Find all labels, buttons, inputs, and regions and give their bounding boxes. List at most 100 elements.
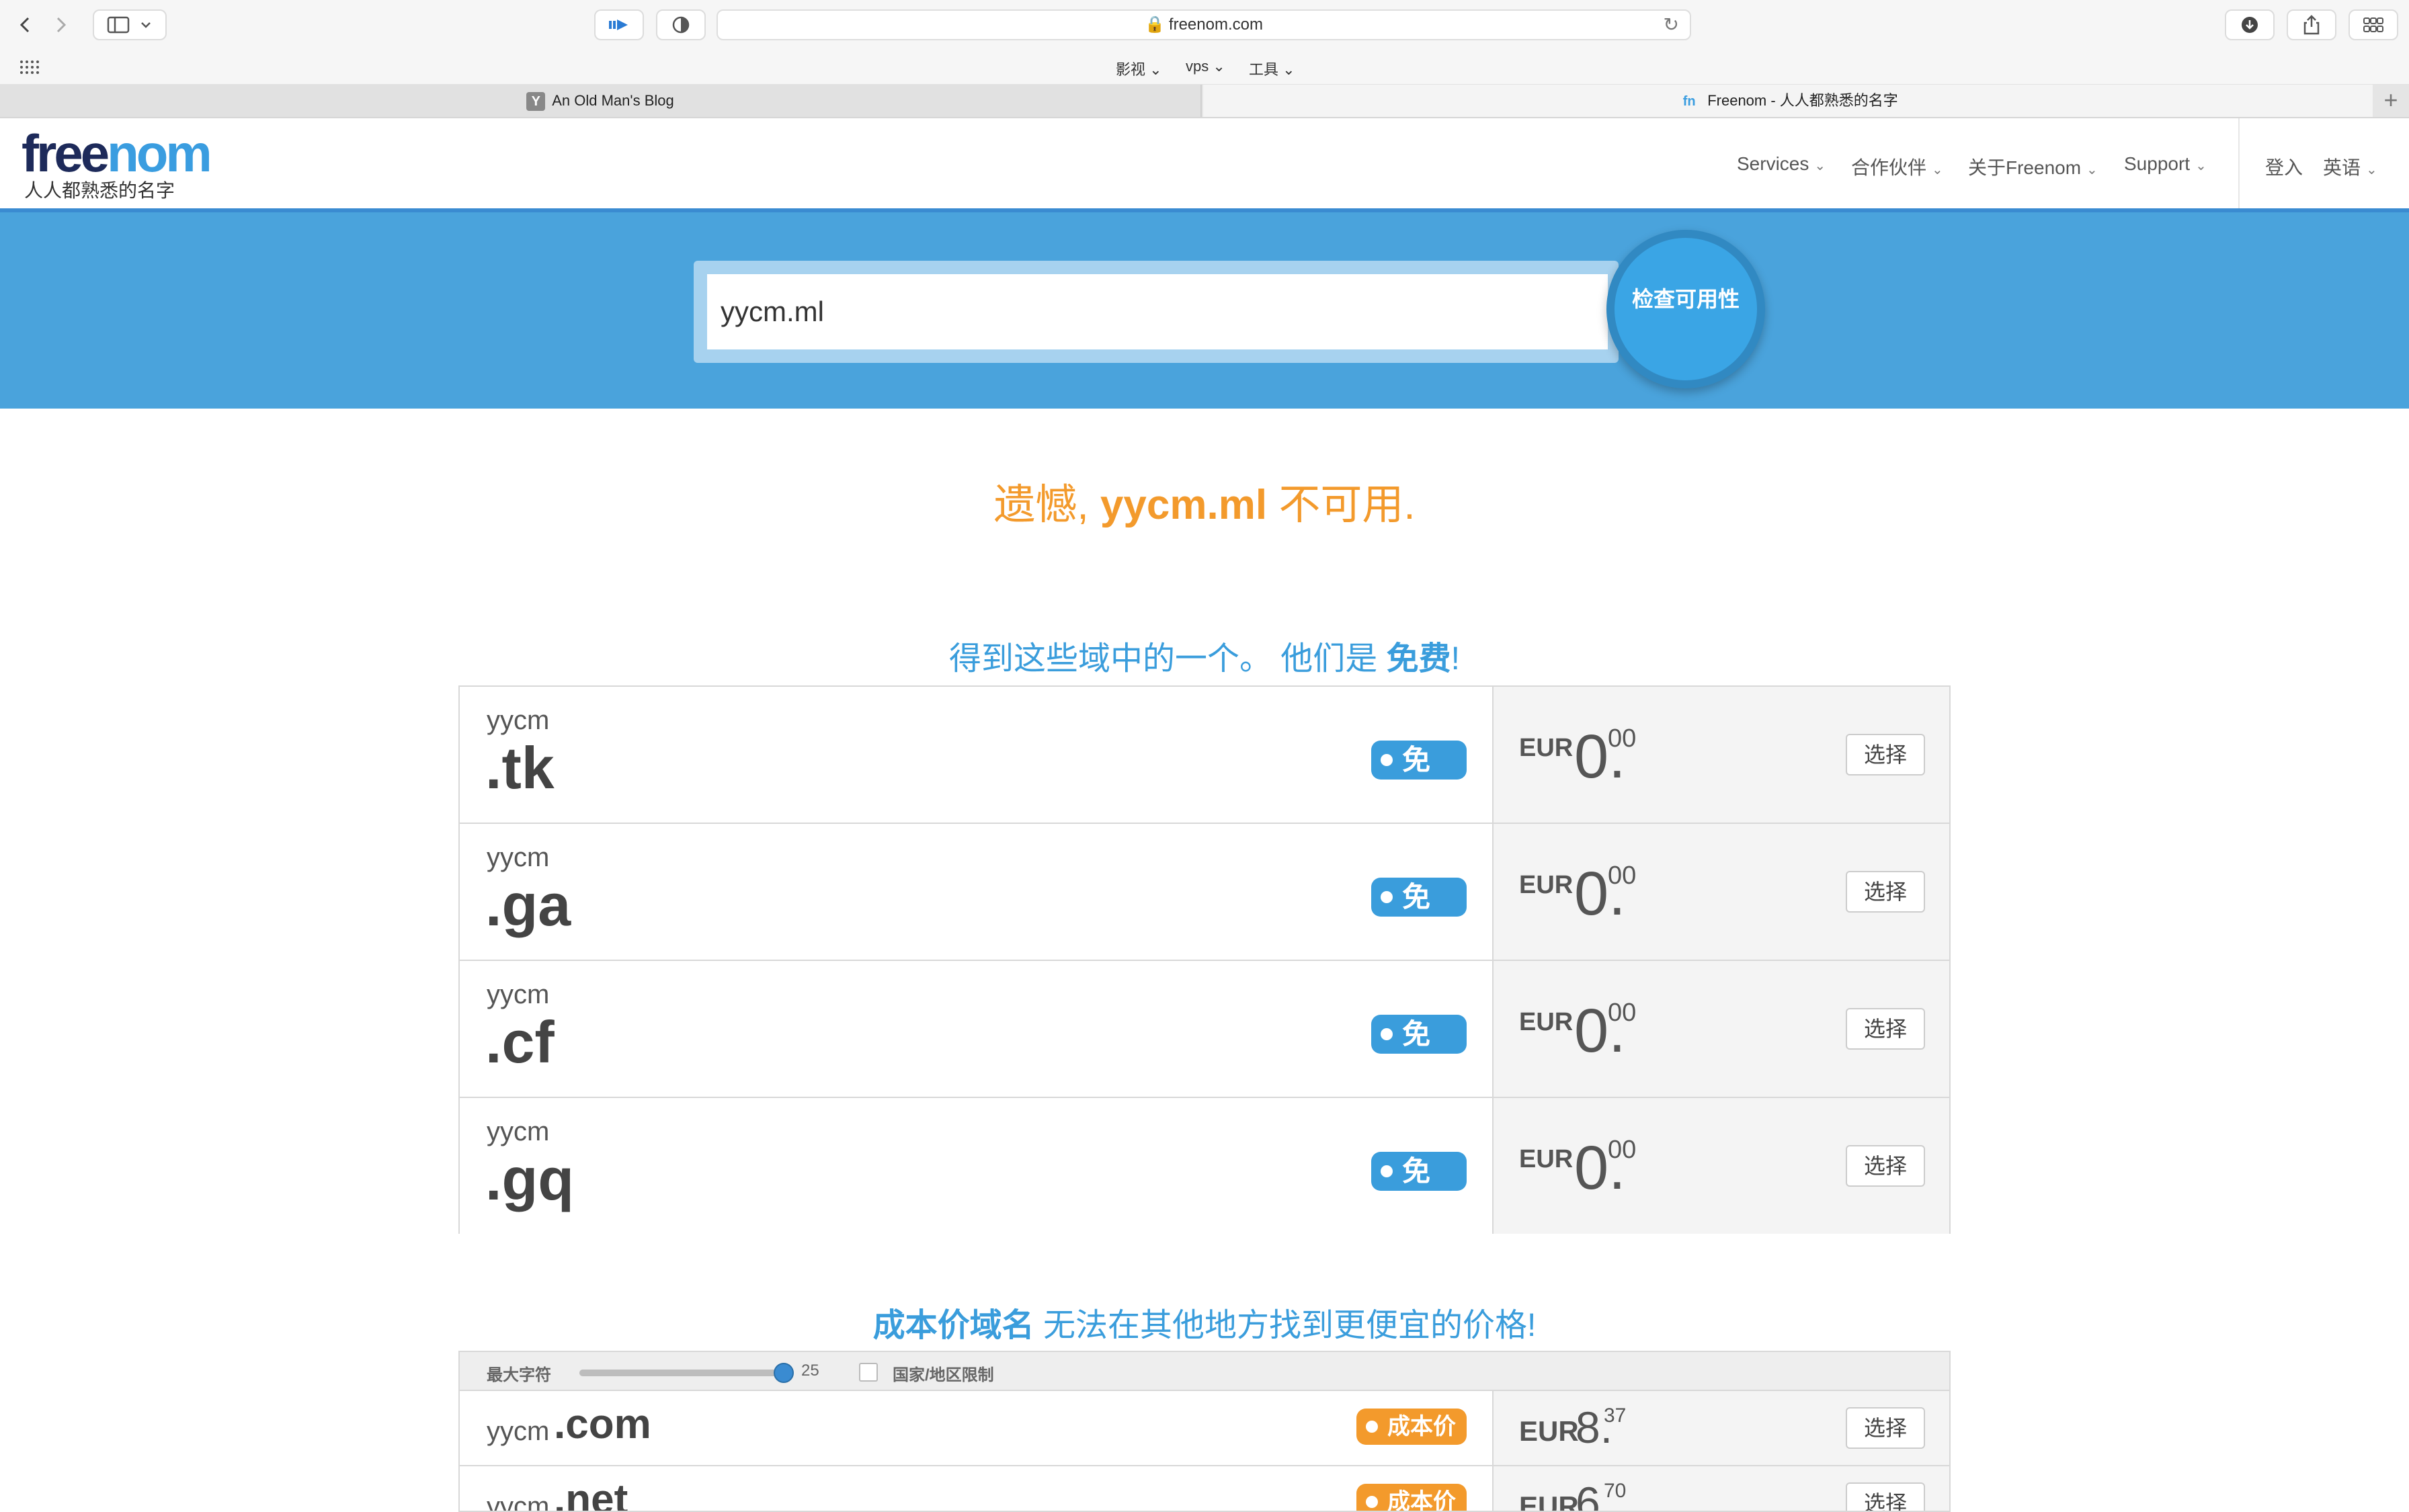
- bookmark-label: vps: [1186, 58, 1209, 75]
- forward-button[interactable]: [44, 9, 78, 40]
- currency: EUR: [1519, 1008, 1574, 1036]
- nav-services[interactable]: Services ⌄: [1737, 153, 1826, 175]
- nav-about[interactable]: 关于Freenom ⌄: [1968, 153, 2098, 180]
- lock-icon: 🔒: [1145, 15, 1165, 34]
- nav-label: 关于Freenom: [1968, 157, 2082, 178]
- heading-text: 得到这些域中的一个。 他们是: [948, 641, 1378, 677]
- sidebar-button[interactable]: [93, 9, 167, 40]
- address-text: freenom.com: [1168, 15, 1263, 34]
- chevron-down-icon: ⌄: [1213, 58, 1225, 75]
- cost-domains-heading: 成本价域名 无法在其他地方找到更便宜的价格!: [0, 1298, 2409, 1345]
- dot-icon: [1381, 1165, 1393, 1177]
- domain-cell: yycm .ga 免费: [460, 824, 1494, 960]
- country-restriction-checkbox[interactable]: [859, 1363, 878, 1382]
- chevron-down-icon: ⌄: [1932, 163, 1943, 177]
- domain-cell: yycm .gq 免费: [460, 1098, 1494, 1234]
- bookmark-folder-1[interactable]: 影视 ⌄: [1116, 58, 1162, 79]
- nav-support[interactable]: Support ⌄: [2124, 153, 2207, 175]
- badge-label: 成本价: [1387, 1414, 1456, 1439]
- cost-domains-table: 最大字符 25 国家/地区限制 yycm .com 成本价 EUR 8. 37 …: [458, 1351, 1951, 1512]
- domain-tld: .cf: [485, 1009, 555, 1075]
- apps-grid-icon[interactable]: [19, 59, 40, 75]
- searched-domain: yycm.ml: [1100, 482, 1268, 528]
- chevron-down-icon: ⌄: [1814, 159, 1826, 173]
- country-restriction-label: 国家/地区限制: [893, 1366, 994, 1384]
- share-button[interactable]: [2287, 9, 2336, 40]
- bookmarks-bar: 影视 ⌄ vps ⌄ 工具 ⌄: [0, 50, 2409, 85]
- downloads-button[interactable]: [2225, 9, 2275, 40]
- badge-label: 免费: [1402, 744, 1431, 814]
- message-prefix: 遗憾,: [993, 482, 1089, 528]
- currency: EUR: [1519, 734, 1574, 762]
- new-tab-button[interactable]: +: [2373, 85, 2409, 117]
- price-decimal: 70: [1604, 1480, 1627, 1502]
- domain-cell: yycm .com 成本价: [460, 1391, 1494, 1465]
- domain-search-box: [694, 261, 1619, 363]
- domain-tld: .tk: [485, 734, 555, 801]
- badge-label: 免费: [1402, 1155, 1431, 1226]
- browser-toolbar: 🔒 freenom.com ↻: [0, 0, 2409, 50]
- price-cell: EUR 0. 00 选择: [1494, 961, 1949, 1097]
- extension-button[interactable]: [594, 9, 644, 40]
- free-badge: 免费: [1371, 741, 1467, 814]
- message-suffix: 不可用.: [1278, 482, 1416, 528]
- select-button[interactable]: 选择: [1846, 734, 1925, 775]
- login-link[interactable]: 登入: [2265, 153, 2303, 180]
- nav-divider: [2238, 118, 2240, 208]
- tagline: 人人都熟悉的名字: [24, 180, 175, 201]
- chevron-down-icon: ⌄: [1149, 61, 1162, 78]
- share-icon: [2303, 15, 2320, 35]
- language-selector[interactable]: 英语 ⌄: [2323, 153, 2377, 180]
- freenom-logo[interactable]: freenom: [22, 124, 212, 183]
- domain-sld: yycm: [487, 1417, 550, 1446]
- privacy-button[interactable]: [656, 9, 706, 40]
- availability-message: 遗憾, yycm.ml 不可用.: [0, 470, 2409, 531]
- bookmark-folder-2[interactable]: vps ⌄: [1186, 58, 1225, 75]
- tab-blog[interactable]: Y An Old Man's Blog: [0, 85, 1202, 117]
- price-decimal: 00: [1608, 999, 1637, 1027]
- heading-end: !: [1451, 641, 1461, 677]
- select-button[interactable]: 选择: [1846, 1008, 1925, 1050]
- plus-icon: +: [2383, 86, 2398, 114]
- reload-icon[interactable]: ↻: [1664, 11, 1679, 39]
- logo-accent-text: nom: [107, 124, 212, 183]
- currency: EUR: [1519, 1490, 1579, 1512]
- bookmark-folder-3[interactable]: 工具 ⌄: [1249, 58, 1295, 79]
- language-label: 英语: [2323, 157, 2361, 178]
- currency: EUR: [1519, 1145, 1574, 1173]
- shield-icon: [672, 16, 690, 34]
- nav-label: Services: [1737, 153, 1809, 174]
- select-button[interactable]: 选择: [1846, 871, 1925, 913]
- search-hero: [0, 212, 2409, 409]
- domain-search-input[interactable]: [707, 274, 1608, 349]
- domain-cell: yycm .tk 免费: [460, 687, 1494, 823]
- tab-freenom[interactable]: fn Freenom - 人人都熟悉的名字: [1203, 85, 2373, 117]
- nav-partners[interactable]: 合作伙伴 ⌄: [1851, 153, 1943, 180]
- max-chars-slider[interactable]: [579, 1363, 794, 1383]
- tab-overview-button[interactable]: [2349, 9, 2398, 40]
- domain-sld: yycm: [487, 1117, 550, 1146]
- slider-handle[interactable]: [774, 1363, 794, 1383]
- tab-favicon: fn: [1682, 94, 1696, 110]
- select-button[interactable]: 选择: [1846, 1407, 1925, 1449]
- address-bar[interactable]: 🔒 freenom.com ↻: [717, 9, 1691, 40]
- chevron-down-icon: [141, 22, 151, 28]
- tab-title: An Old Man's Blog: [552, 92, 674, 109]
- price-cell: EUR 0. 00 选择: [1494, 824, 1949, 960]
- nav-label: Support: [2124, 153, 2191, 174]
- max-chars-value: 25: [801, 1361, 819, 1380]
- domain-tld: .ga: [485, 872, 571, 938]
- domain-row: yycm .com 成本价 EUR 8. 37 选择: [460, 1391, 1949, 1466]
- select-button[interactable]: 选择: [1846, 1482, 1925, 1511]
- tab-title: Freenom - 人人都熟悉的名字: [1707, 92, 1898, 109]
- site-header: freenom 人人都熟悉的名字 Services ⌄ 合作伙伴 ⌄ 关于Freen…: [0, 118, 2409, 212]
- chevron-down-icon: ⌄: [2366, 163, 2377, 177]
- back-button[interactable]: [8, 9, 42, 40]
- select-button[interactable]: 选择: [1846, 1145, 1925, 1187]
- logo-text: free: [22, 124, 110, 183]
- badge-label: 免费: [1402, 881, 1431, 952]
- check-availability-button[interactable]: 检查可用性: [1606, 230, 1765, 388]
- domain-row: yycm .ga 免费 EUR 0. 00 选择: [460, 824, 1949, 961]
- price-decimal: 00: [1608, 862, 1637, 890]
- chevron-right-icon: [56, 17, 67, 33]
